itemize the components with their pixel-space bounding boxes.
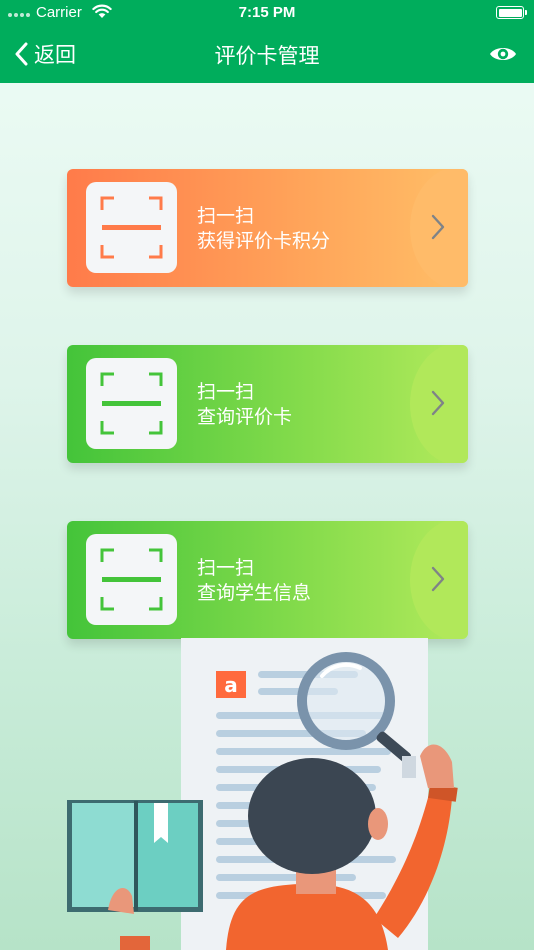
card-line1: 扫一扫 — [197, 557, 255, 579]
scan-icon — [86, 534, 177, 625]
chevron-right-icon — [431, 390, 445, 416]
card-arrow-area — [410, 169, 468, 287]
card-text: 扫一扫 查询学生信息 — [197, 556, 311, 606]
status-bar: Carrier 7:15 PM — [0, 0, 534, 26]
scan-icon — [86, 182, 177, 273]
page-title: 评价卡管理 — [214, 44, 320, 68]
scan-student-card[interactable]: 扫一扫 查询学生信息 — [67, 521, 468, 639]
chevron-right-icon — [431, 214, 445, 240]
chevron-right-icon — [431, 566, 445, 592]
card-line2: 查询评价卡 — [197, 406, 293, 428]
card-line1: 扫一扫 — [197, 381, 255, 403]
status-time: 7:15 PM — [238, 4, 296, 21]
badge-letter: a — [224, 673, 238, 697]
eye-button[interactable] — [488, 40, 518, 68]
reading-illustration: a — [67, 638, 458, 950]
card-line2: 查询学生信息 — [197, 582, 312, 604]
card-text: 扫一扫 获得评价卡积分 — [197, 204, 330, 254]
app-header: Carrier 7:15 PM 返回 评价卡管理 — [0, 0, 534, 83]
scan-points-card[interactable]: 扫一扫 获得评价卡积分 — [67, 169, 468, 287]
scan-icon — [86, 358, 177, 449]
card-arrow-area — [410, 521, 468, 639]
card-line2: 获得评价卡积分 — [197, 230, 331, 252]
card-arrow-area — [410, 345, 468, 463]
battery-icon — [496, 6, 527, 19]
navigation-bar: 返回 评价卡管理 — [0, 26, 534, 83]
card-text: 扫一扫 查询评价卡 — [197, 380, 292, 430]
eye-icon — [490, 48, 516, 60]
scan-query-card[interactable]: 扫一扫 查询评价卡 — [67, 345, 468, 463]
card-line1: 扫一扫 — [197, 205, 255, 227]
